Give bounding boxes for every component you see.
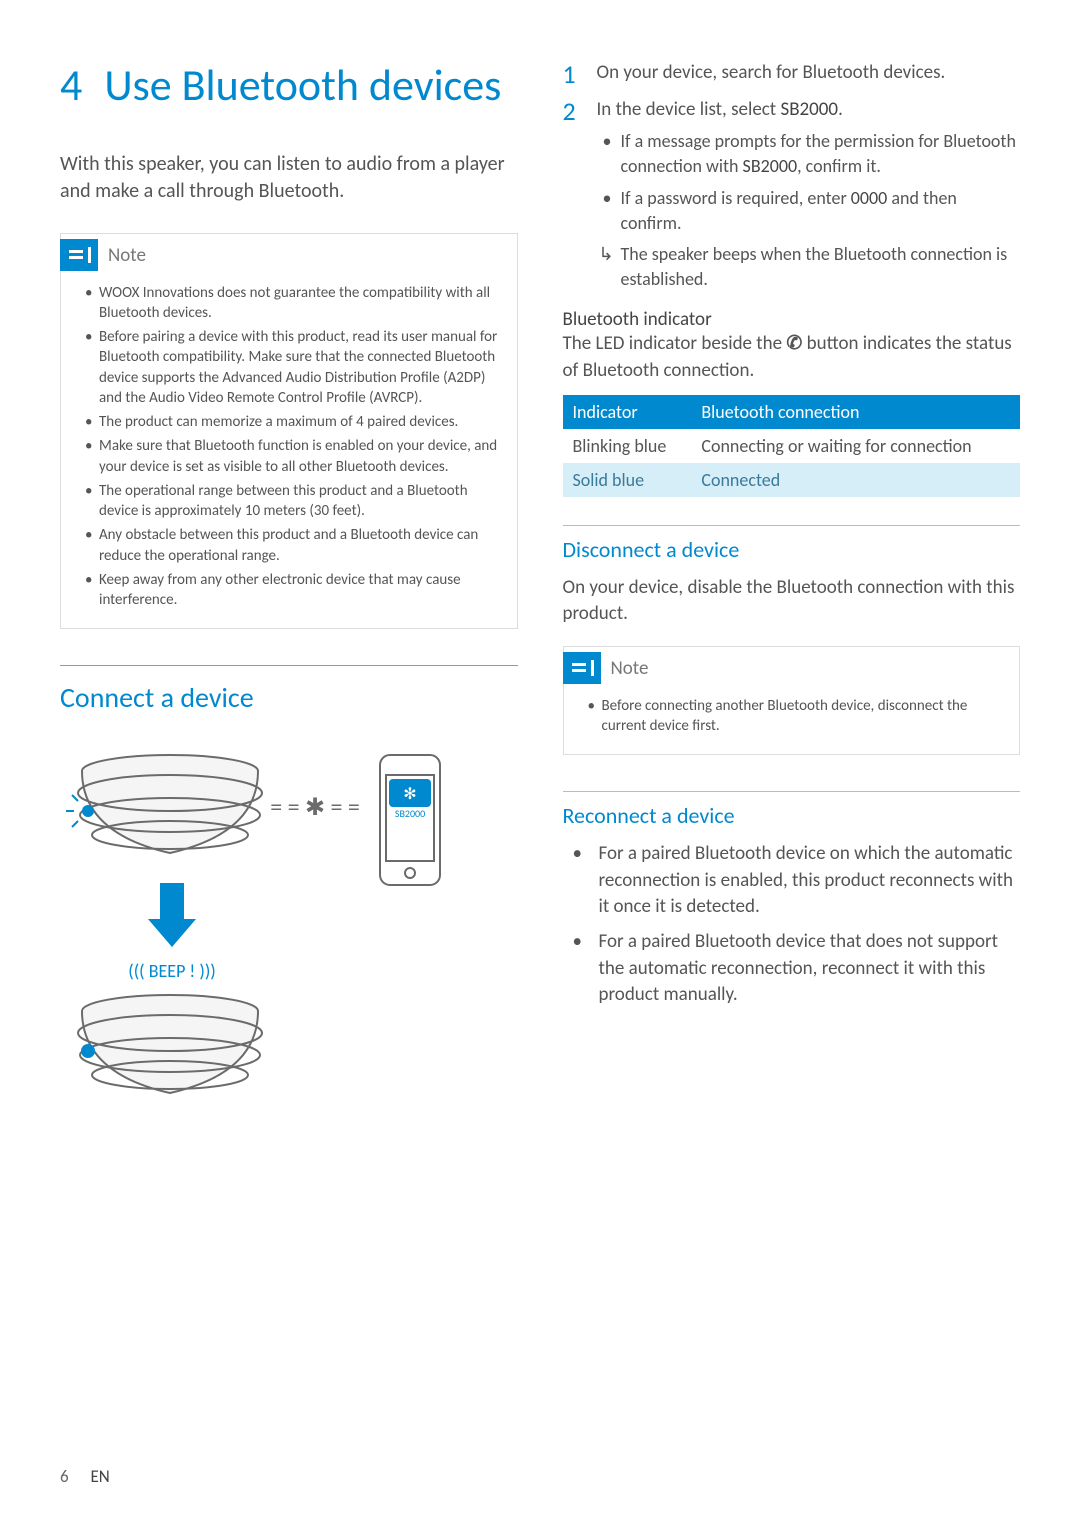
table-header: Indicator [563, 395, 692, 429]
table-header: Bluetooth connection [691, 395, 1020, 429]
step-text-pre: In the device list, select [597, 98, 781, 121]
note-list-2: Before connecting another Bluetooth devi… [564, 690, 1020, 755]
sub-item-result: The speaker beeps when the Bluetooth con… [597, 242, 1021, 292]
sub-item: If a password is required, enter 0000 an… [597, 186, 1021, 236]
bt-indicator-heading: Bluetooth indicator [563, 308, 1021, 331]
list-item: For a paired Bluetooth device that does … [563, 929, 1021, 1009]
table-row: Solid blue Connected [563, 463, 1021, 497]
speaker-diagram-svg: = = ✱ = = ✻ SB2000 ((( BEEP ! ))) [60, 733, 450, 1153]
bt-indicator-desc: The LED indicator beside the ✆ button in… [563, 331, 1021, 384]
reconnect-list: For a paired Bluetooth device on which t… [563, 841, 1021, 1009]
phone-icon: ✆ [786, 331, 802, 358]
reconnect-heading: Reconnect a device [563, 791, 1021, 829]
beep-label: ((( BEEP ! ))) [128, 960, 216, 982]
note-box-2: Note Before connecting another Bluetooth… [563, 646, 1021, 756]
disconnect-heading: Disconnect a device [563, 525, 1021, 563]
connect-diagram: = = ✱ = = ✻ SB2000 ((( BEEP ! ))) [60, 733, 518, 1153]
sub-item: If a message prompts for the permission … [597, 129, 1021, 179]
step-text-bold: SB2000 [780, 98, 838, 121]
step-number: 2 [563, 97, 583, 299]
table-row: Blinking blue Connecting or waiting for … [563, 429, 1021, 463]
note-box-1: Note WOOX Innovations does not guarantee… [60, 233, 518, 630]
page-footer: 6 EN [60, 1466, 110, 1487]
connect-heading: Connect a device [60, 665, 518, 715]
note-item: Keep away from any other electronic devi… [85, 570, 501, 611]
disconnect-text: On your device, disable the Bluetooth co… [563, 575, 1021, 628]
svg-text:= = ✱ = =: = = ✱ = = [270, 793, 360, 822]
note-label: Note [611, 657, 649, 680]
list-item: For a paired Bluetooth device on which t… [563, 841, 1021, 921]
connect-steps: 1 On your device, search for Bluetooth d… [563, 60, 1021, 298]
chapter-title: 4 Use Bluetooth devices [60, 60, 518, 111]
step-2: 2 In the device list, select SB2000. If … [563, 97, 1021, 299]
step-number: 1 [563, 60, 583, 89]
note-icon [563, 652, 601, 684]
note-item: WOOX Innovations does not guarantee the … [85, 283, 501, 324]
svg-text:✻: ✻ [403, 785, 416, 804]
phone-label: SB2000 [395, 807, 425, 820]
step-1: 1 On your device, search for Bluetooth d… [563, 60, 1021, 89]
note-item: Any obstacle between this product and a … [85, 525, 501, 566]
step-text: On your device, search for Bluetooth dev… [597, 60, 946, 89]
note-item: The operational range between this produ… [85, 481, 501, 522]
chapter-number: 4 [60, 60, 82, 111]
note-item: Make sure that Bluetooth function is ena… [85, 436, 501, 477]
note-list-1: WOOX Innovations does not guarantee the … [61, 277, 517, 629]
page-number: 6 [60, 1466, 69, 1487]
step-text-post: . [838, 98, 843, 121]
indicator-table: Indicator Bluetooth connection Blinking … [563, 395, 1021, 497]
step-2-sublist: If a message prompts for the permission … [597, 129, 1021, 292]
note-icon [60, 239, 98, 271]
note-item: The product can memorize a maximum of 4 … [85, 412, 501, 432]
note-item: Before pairing a device with this produc… [85, 327, 501, 408]
note-item: Before connecting another Bluetooth devi… [588, 696, 1004, 737]
note-label: Note [108, 244, 146, 267]
intro-paragraph: With this speaker, you can listen to aud… [60, 151, 518, 205]
chapter-title-text: Use Bluetooth devices [104, 60, 501, 111]
page-language: EN [90, 1466, 109, 1487]
